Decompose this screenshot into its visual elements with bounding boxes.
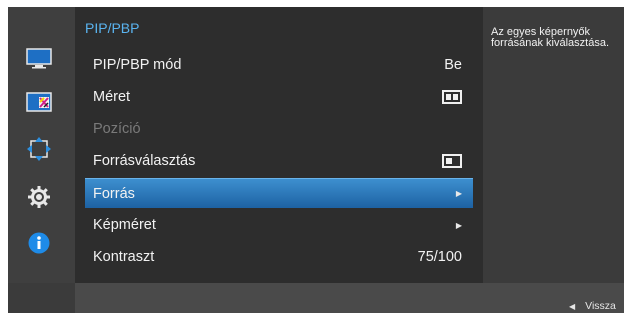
menu-item-label: Méret [93, 89, 131, 105]
monitor-icon[interactable] [22, 45, 56, 73]
menu-item-label: Forrásválasztás [93, 153, 196, 169]
back-label: Vissza [585, 300, 616, 312]
source-select-icon [442, 154, 462, 168]
menu-item-label: PIP/PBP mód [93, 57, 182, 73]
help-panel: Az egyes képernyők forrásának kiválasztá… [483, 7, 624, 283]
menu-item-label: Képméret [93, 217, 156, 233]
move-icon[interactable] [22, 135, 56, 163]
sidebar [8, 7, 75, 283]
menu-item-label: Forrás [93, 185, 135, 202]
gear-icon[interactable] [22, 183, 56, 211]
menu-item-value: 75/100 [417, 249, 462, 265]
menu-item-label: Kontraszt [93, 249, 155, 265]
pbp-size-icon [442, 90, 462, 104]
triangle-left-icon: ◀ [569, 301, 576, 311]
chevron-right-icon: ▶ [455, 220, 462, 230]
menu-title: PIP/PBP [85, 20, 140, 36]
footer-bar: ◀ Vissza [75, 283, 624, 313]
menu-item-contrast[interactable]: Kontraszt 75/100 [85, 242, 473, 272]
menu-item-value: Be [444, 57, 462, 73]
pip-pbp-menu: PIP/PBP PIP/PBP mód Be Méret Pozíció For… [75, 7, 483, 283]
menu-item-pip-pbp-mode[interactable]: PIP/PBP mód Be [85, 50, 473, 80]
menu-item-label: Pozíció [93, 121, 141, 137]
menu-item-position: Pozíció [85, 114, 473, 144]
back-button[interactable]: ◀ Vissza [569, 300, 616, 312]
menu-item-size[interactable]: Méret [85, 82, 473, 112]
menu-item-source-selection[interactable]: Forrásválasztás [85, 146, 473, 176]
chevron-right-icon: ▶ [455, 189, 462, 198]
menu-item-source[interactable]: Forrás ▶ [85, 178, 473, 208]
color-icon[interactable] [22, 88, 56, 116]
help-text: Az egyes képernyők forrásának kiválasztá… [491, 26, 609, 49]
info-icon[interactable] [22, 229, 56, 257]
menu-item-image-size[interactable]: Képméret ▶ [85, 210, 473, 240]
